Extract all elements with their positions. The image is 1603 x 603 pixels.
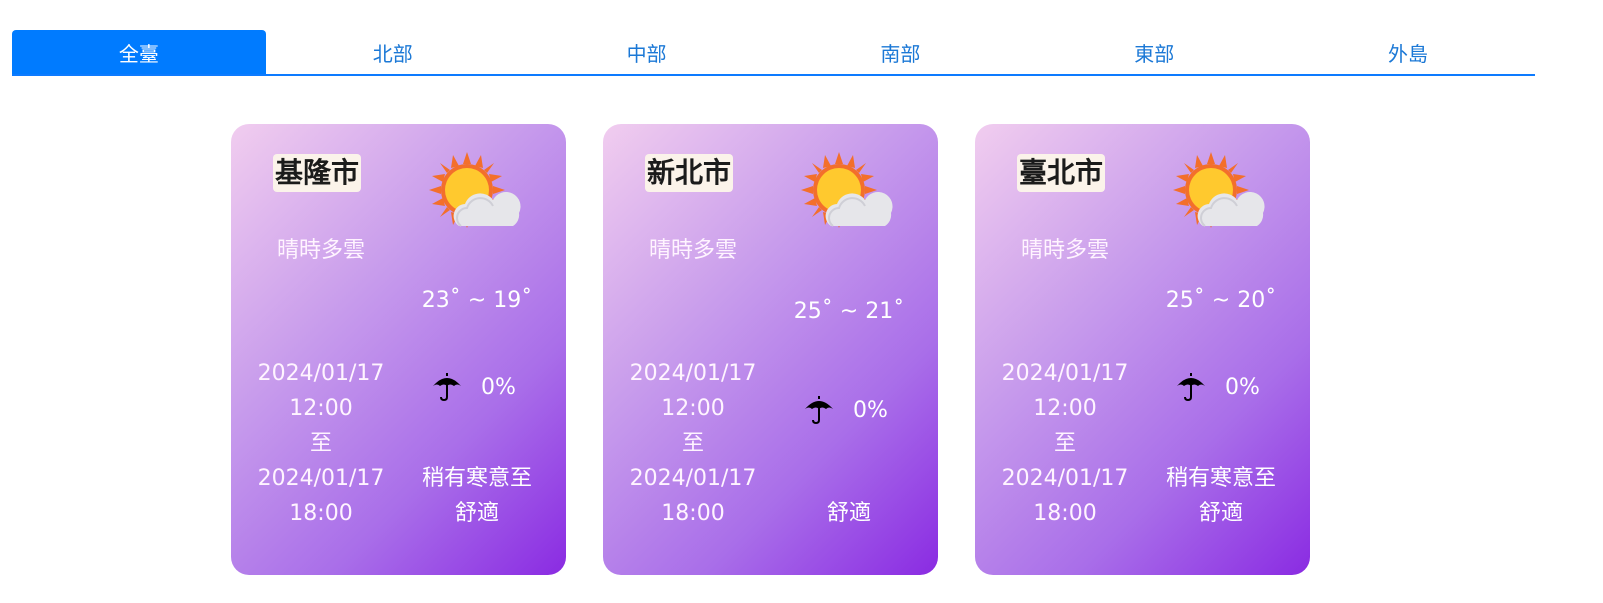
period-separator: 至 xyxy=(681,431,704,456)
comfort-line-1 xyxy=(779,461,919,496)
temperature-range: 25˚ ~ 21˚ xyxy=(793,299,905,324)
weather-description: 晴時多雲 xyxy=(276,238,365,263)
region-tabs: 全臺 北部 中部 南部 東部 外島 xyxy=(12,30,1535,76)
sun-cloud-icon xyxy=(1173,152,1265,228)
weather-description: 晴時多雲 xyxy=(1020,238,1109,263)
rain-percent: 0% xyxy=(853,397,888,423)
comfort-line-1: 稍有寒意至 xyxy=(421,466,532,491)
rain-percent: 0% xyxy=(1225,374,1260,400)
forecast-period: 2024/01/17 12:00 至 2024/01/17 18:00 xyxy=(975,356,1155,531)
tab-central[interactable]: 中部 xyxy=(520,30,774,74)
end-date: 2024/01/17 xyxy=(629,466,757,491)
temperature-range: 23˚ ~ 19˚ xyxy=(421,288,533,313)
forecast-period: 2024/01/17 12:00 至 2024/01/17 18:00 xyxy=(231,356,411,531)
sun-cloud-icon xyxy=(429,152,521,228)
start-date: 2024/01/17 xyxy=(257,361,385,386)
weather-card-taipei: 臺北市 晴時多雲 25˚ ~ 20˚ 2024/01/17 12:00 至 20… xyxy=(975,124,1310,575)
tab-islands[interactable]: 外島 xyxy=(1281,30,1535,74)
weather-description: 晴時多雲 xyxy=(648,238,737,263)
umbrella-icon xyxy=(805,396,833,425)
period-separator: 至 xyxy=(309,431,332,456)
comfort-line-2: 舒適 xyxy=(826,501,871,526)
tab-all[interactable]: 全臺 xyxy=(12,30,266,74)
start-time: 12:00 xyxy=(661,396,725,421)
start-time: 12:00 xyxy=(289,396,353,421)
comfort-index: 稍有寒意至 舒適 xyxy=(1151,461,1291,531)
rain-probability: 0% xyxy=(1175,372,1295,402)
comfort-line-1: 稍有寒意至 xyxy=(1165,466,1276,491)
start-time: 12:00 xyxy=(1033,396,1097,421)
comfort-index: 稍有寒意至 舒適 xyxy=(407,461,547,531)
sun-cloud-icon xyxy=(801,152,893,228)
end-time: 18:00 xyxy=(661,501,725,526)
end-date: 2024/01/17 xyxy=(257,466,385,491)
end-date: 2024/01/17 xyxy=(1001,466,1129,491)
forecast-period: 2024/01/17 12:00 至 2024/01/17 18:00 xyxy=(603,356,783,531)
end-time: 18:00 xyxy=(1033,501,1097,526)
weather-card-keelung: 基隆市 晴時多雲 23˚ ~ 19˚ 2024/01/17 12:00 至 20… xyxy=(231,124,566,575)
city-name: 基隆市 xyxy=(273,154,362,192)
rain-percent: 0% xyxy=(481,374,516,400)
end-time: 18:00 xyxy=(289,501,353,526)
temperature-range: 25˚ ~ 20˚ xyxy=(1165,288,1277,313)
umbrella-icon xyxy=(1177,373,1205,402)
start-date: 2024/01/17 xyxy=(629,361,757,386)
city-name: 臺北市 xyxy=(1017,154,1106,192)
umbrella-icon xyxy=(433,373,461,402)
weather-card-new-taipei: 新北市 晴時多雲 25˚ ~ 21˚ 2024/01/17 12:00 至 20… xyxy=(603,124,938,575)
start-date: 2024/01/17 xyxy=(1001,361,1129,386)
rain-probability: 0% xyxy=(803,395,923,425)
comfort-index: 舒適 xyxy=(779,461,919,531)
tab-south[interactable]: 南部 xyxy=(773,30,1027,74)
tab-east[interactable]: 東部 xyxy=(1027,30,1281,74)
tab-north[interactable]: 北部 xyxy=(266,30,520,74)
rain-probability: 0% xyxy=(431,372,551,402)
comfort-line-2: 舒適 xyxy=(1198,501,1243,526)
period-separator: 至 xyxy=(1053,431,1076,456)
city-name: 新北市 xyxy=(645,154,734,192)
comfort-line-2: 舒適 xyxy=(454,501,499,526)
